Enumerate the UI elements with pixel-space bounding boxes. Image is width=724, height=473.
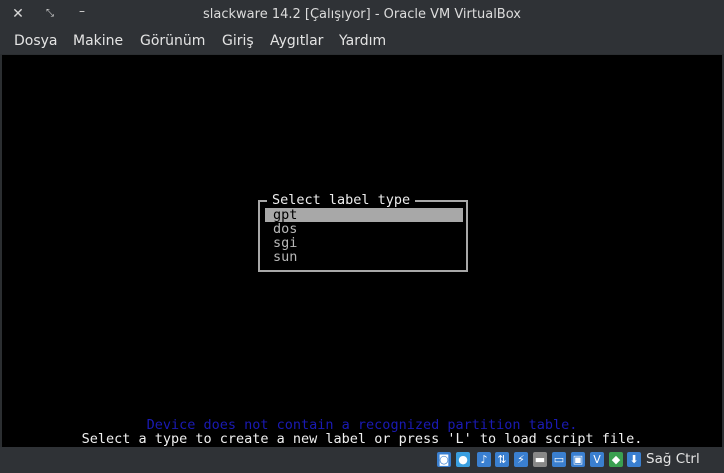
option-sgi[interactable]: sgi	[265, 236, 463, 250]
option-gpt[interactable]: gpt	[265, 208, 463, 222]
keyboard-capture-icon[interactable]: ⬇	[627, 452, 641, 467]
menu-gorunum[interactable]: Görünüm	[140, 33, 205, 49]
menu-bar: Dosya Makine Görünüm Giriş Aygıtlar Yard…	[0, 29, 724, 54]
menu-giris[interactable]: Giriş	[222, 33, 254, 49]
title-bar: ✕ ⤡ – slackware 14.2 [Çalışıyor] - Oracl…	[0, 0, 724, 29]
network-icon[interactable]: ⇅	[495, 452, 509, 467]
usb-icon[interactable]: ⚡	[514, 452, 528, 467]
dialog-title: Select label type	[267, 193, 416, 207]
video-capture-icon[interactable]: ▣	[571, 452, 585, 467]
status-bar: ◙ ● ♪ ⇅ ⚡ ▬ ▭ ▣ V ◆ ⬇ Sağ Ctrl	[0, 447, 724, 473]
instruction-text: Select a type to create a new label or p…	[81, 431, 643, 447]
host-key-label: Sağ Ctrl	[646, 451, 700, 467]
optical-drive-icon[interactable]: ●	[456, 452, 470, 467]
label-type-dialog: Select label type gpt dos sgi sun	[258, 193, 468, 272]
audio-icon[interactable]: ♪	[477, 452, 491, 467]
menu-dosya[interactable]: Dosya	[14, 33, 58, 49]
option-dos[interactable]: dos	[265, 222, 463, 236]
menu-yardim[interactable]: Yardım	[339, 33, 386, 49]
display-icon[interactable]: ▭	[552, 452, 566, 467]
hard-disk-icon[interactable]: ◙	[437, 452, 451, 467]
virtualization-icon: V	[590, 452, 604, 467]
window-title: slackware 14.2 [Çalışıyor] - Oracle VM V…	[203, 7, 521, 22]
option-sun[interactable]: sun	[265, 250, 463, 264]
menu-makine[interactable]: Makine	[73, 33, 123, 49]
vm-display[interactable]: Select label type gpt dos sgi sun Device…	[2, 55, 722, 447]
mouse-integration-icon[interactable]: ◆	[609, 452, 623, 467]
shared-folders-icon[interactable]: ▬	[533, 452, 547, 467]
menu-aygitlar[interactable]: Aygıtlar	[270, 33, 323, 49]
